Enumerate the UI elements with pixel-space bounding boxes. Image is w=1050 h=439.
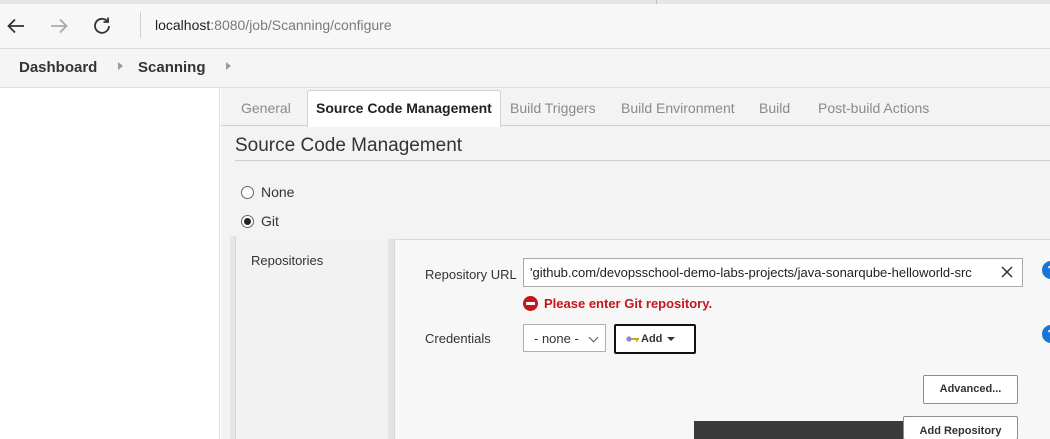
config-main: General Source Code Management Build Tri…: [221, 88, 1050, 439]
add-credentials-label: Add: [641, 333, 663, 345]
credentials-select[interactable]: - none -: [523, 324, 606, 352]
tab-build[interactable]: Build: [759, 100, 790, 116]
error-icon: [523, 296, 538, 311]
forward-button[interactable]: [45, 12, 73, 40]
scm-option-none-label: None: [261, 184, 295, 200]
address-bar-divider: [140, 12, 141, 38]
key-icon: [626, 336, 639, 342]
git-config-inner: Repositories Repository URL 'github.com/…: [235, 236, 1050, 439]
scm-option-git-label: Git: [261, 213, 279, 229]
git-config-block: Repositories Repository URL 'github.com/…: [230, 236, 1050, 439]
side-panel: [0, 88, 220, 439]
repository-url-value: 'github.com/devopsschool-demo-labs-proje…: [530, 265, 972, 280]
tab-build-environment[interactable]: Build Environment: [621, 100, 735, 116]
tab-source-code-management[interactable]: Source Code Management: [307, 90, 501, 127]
scm-option-git[interactable]: Git: [241, 213, 279, 229]
refresh-button[interactable]: [88, 12, 116, 40]
url-host: localhost: [155, 17, 211, 33]
breadcrumb-scanning[interactable]: Scanning: [138, 59, 206, 76]
repositories-label: Repositories: [251, 253, 324, 268]
credentials-label: Credentials: [425, 331, 491, 346]
repository-entry: Repository URL 'github.com/devopsschool-…: [394, 239, 1050, 439]
chevron-down-icon: [588, 332, 599, 343]
clear-icon[interactable]: [1000, 265, 1014, 279]
tab-post-build-actions[interactable]: Post-build Actions: [818, 100, 929, 116]
radio-git[interactable]: [241, 214, 254, 228]
tab-build-triggers[interactable]: Build Triggers: [510, 100, 596, 116]
back-button[interactable]: [2, 12, 30, 40]
repository-url-input[interactable]: 'github.com/devopsschool-demo-labs-proje…: [523, 258, 1023, 287]
breadcrumb-chevron-icon[interactable]: [118, 62, 123, 70]
caret-down-icon: [667, 337, 676, 341]
url-path: :8080/job/Scanning/configure: [210, 17, 392, 33]
tab-divider: [656, 0, 657, 4]
add-repository-button[interactable]: Add Repository: [903, 416, 1018, 439]
scm-option-none[interactable]: None: [241, 184, 294, 200]
address-bar[interactable]: localhost:8080/job/Scanning/configure: [155, 17, 392, 33]
help-icon[interactable]: ?: [1042, 325, 1050, 343]
radio-none[interactable]: [241, 185, 254, 199]
section-divider: [235, 160, 1050, 161]
back-arrow-icon: [7, 18, 24, 34]
breadcrumb: Dashboard Scanning: [0, 49, 1050, 88]
credentials-selected-value: - none -: [534, 331, 579, 346]
section-title: Source Code Management: [235, 135, 463, 156]
refresh-icon: [94, 17, 110, 34]
tab-strip: [0, 0, 1050, 4]
config-tabbar: General Source Code Management Build Tri…: [221, 88, 1050, 127]
advanced-button[interactable]: Advanced...: [923, 375, 1018, 404]
tab-general[interactable]: General: [241, 100, 291, 116]
repository-url-error: Please enter Git repository.: [523, 296, 712, 311]
tooltip-overlay: [694, 421, 916, 439]
add-credentials-button[interactable]: Add: [614, 324, 696, 354]
repository-url-label: Repository URL: [425, 267, 517, 282]
browser-toolbar: localhost:8080/job/Scanning/configure: [0, 0, 1050, 49]
help-icon[interactable]: ?: [1042, 261, 1050, 279]
breadcrumb-dashboard[interactable]: Dashboard: [19, 59, 97, 76]
forward-arrow-icon: [51, 18, 68, 34]
breadcrumb-chevron-icon[interactable]: [226, 62, 231, 70]
repository-url-error-text: Please enter Git repository.: [544, 296, 713, 311]
